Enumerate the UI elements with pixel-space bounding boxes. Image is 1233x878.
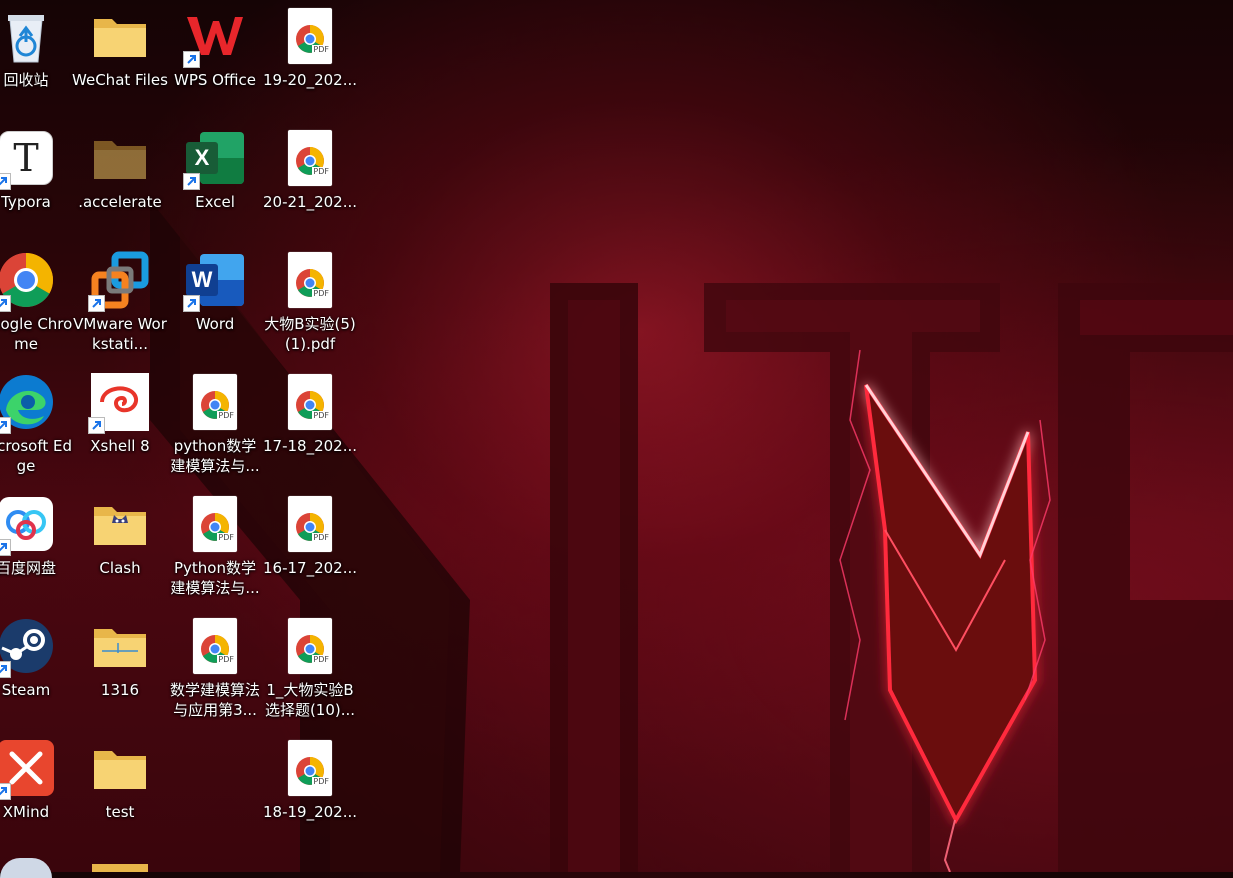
icon-label: 17-18_202... <box>262 437 358 455</box>
pdf-file-icon: PDF <box>278 370 342 434</box>
icon-label: test <box>105 803 135 821</box>
xshell-icon <box>88 370 152 434</box>
shortcut-arrow-icon <box>0 295 11 312</box>
icon-label: Excel <box>195 193 235 211</box>
icon-label: 大物B实验(5)(1).pdf <box>264 315 356 353</box>
pdf-file-icon: PDF <box>278 248 342 312</box>
google-chrome-shortcut[interactable]: Google Chrome <box>0 244 74 362</box>
pdf-file-icon: PDF <box>278 736 342 800</box>
excel-icon: X <box>183 126 247 190</box>
shortcut-arrow-icon <box>0 539 11 556</box>
recycle-bin[interactable]: 回收站 <box>0 0 74 118</box>
folder-icon <box>88 126 152 190</box>
shortcut-arrow-icon <box>0 661 11 678</box>
shortcut-arrow-icon <box>88 295 105 312</box>
pdf-file-python-modeling[interactable]: PDF python数学建模算法与... <box>167 366 263 484</box>
pdf-file-18-19[interactable]: PDF 18-19_202... <box>262 732 358 850</box>
shortcut-arrow-icon <box>88 417 105 434</box>
word-icon: W <box>183 248 247 312</box>
icon-label: Steam <box>1 681 51 699</box>
baidu-netdisk-shortcut[interactable]: 百度网盘 <box>0 488 74 606</box>
steam-shortcut[interactable]: Steam <box>0 610 74 728</box>
partial-app-icon[interactable] <box>0 858 52 878</box>
icon-label: Clash <box>99 559 141 577</box>
vmware-workstation-shortcut[interactable]: VMware Workstati... <box>72 244 168 362</box>
clash-folder[interactable]: Clash <box>72 488 168 606</box>
xshell-shortcut[interactable]: Xshell 8 <box>72 366 168 484</box>
icon-label: VMware Workstati... <box>73 315 167 353</box>
pdf-file-physics-experiment[interactable]: PDF 大物B实验(5)(1).pdf <box>262 244 358 362</box>
pdf-file-20-21[interactable]: PDF 20-21_202... <box>262 122 358 240</box>
partial-folder-icon[interactable] <box>92 864 148 872</box>
edge-icon <box>0 370 58 434</box>
icon-label: WeChat Files <box>72 71 168 89</box>
excel-shortcut[interactable]: X Excel <box>167 122 263 240</box>
xmind-icon <box>0 736 58 800</box>
wechat-files-folder[interactable]: WeChat Files <box>72 0 168 118</box>
icon-label: Python数学建模算法与... <box>170 559 260 597</box>
shortcut-arrow-icon <box>183 51 200 68</box>
icon-label: Xshell 8 <box>90 437 150 455</box>
icon-label: 19-20_202... <box>262 71 358 89</box>
wps-office-shortcut[interactable]: WPS Office <box>167 0 263 118</box>
pdf-file-icon: PDF <box>183 370 247 434</box>
pdf-file-python-modeling-2[interactable]: PDF Python数学建模算法与... <box>167 488 263 606</box>
shortcut-arrow-icon <box>0 173 11 190</box>
microsoft-edge-shortcut[interactable]: Microsoft Edge <box>0 366 74 484</box>
pdf-file-physics-quiz[interactable]: PDF 1_大物实验B选择题(10)... <box>262 610 358 728</box>
icon-label: 1_大物实验B选择题(10)... <box>264 681 356 719</box>
icon-label: 16-17_202... <box>262 559 358 577</box>
pdf-file-icon: PDF <box>278 492 342 556</box>
word-shortcut[interactable]: W Word <box>167 244 263 362</box>
vmware-icon <box>88 248 152 312</box>
test-folder[interactable]: test <box>72 732 168 850</box>
wps-icon <box>183 4 247 68</box>
pdf-file-icon: PDF <box>183 492 247 556</box>
shortcut-arrow-icon <box>0 417 11 434</box>
typora-icon: T <box>0 126 58 190</box>
folder-icon <box>88 614 152 678</box>
icon-label: Microsoft Edge <box>0 437 73 475</box>
folder-icon <box>88 4 152 68</box>
shortcut-arrow-icon <box>183 173 200 190</box>
pdf-file-math-modeling[interactable]: PDF 数学建模算法与应用第3... <box>167 610 263 728</box>
icon-label: 1316 <box>100 681 140 699</box>
baidu-netdisk-icon <box>0 492 58 556</box>
clash-folder-icon <box>88 492 152 556</box>
icon-label: Word <box>195 315 235 333</box>
icon-label: 20-21_202... <box>262 193 358 211</box>
icon-label: 百度网盘 <box>0 559 56 577</box>
pdf-file-16-17[interactable]: PDF 16-17_202... <box>262 488 358 606</box>
icon-label: Typora <box>1 193 51 211</box>
pdf-file-icon: PDF <box>183 614 247 678</box>
shortcut-arrow-icon <box>183 295 200 312</box>
folder-1316[interactable]: 1316 <box>72 610 168 728</box>
icon-label: Google Chrome <box>0 315 73 353</box>
steam-icon <box>0 614 58 678</box>
recycle-bin-icon <box>0 4 58 68</box>
pdf-file-17-18[interactable]: PDF 17-18_202... <box>262 366 358 484</box>
folder-icon <box>88 736 152 800</box>
icon-label: XMind <box>2 803 50 821</box>
icon-label: WPS Office <box>174 71 256 89</box>
icon-label: python数学建模算法与... <box>170 437 260 475</box>
icon-label: 18-19_202... <box>262 803 358 821</box>
xmind-shortcut[interactable]: XMind <box>0 732 74 850</box>
pdf-file-icon: PDF <box>278 614 342 678</box>
accelerate-folder[interactable]: .accelerate <box>72 122 168 240</box>
icon-label: 回收站 <box>3 71 49 89</box>
typora-shortcut[interactable]: T Typora <box>0 122 74 240</box>
desktop: 回收站 T Typora Google Chrome Microsoft Edg… <box>0 0 1233 878</box>
pdf-file-19-20[interactable]: PDF 19-20_202... <box>262 0 358 118</box>
shortcut-arrow-icon <box>0 783 11 800</box>
icon-label: .accelerate <box>78 193 162 211</box>
icon-label: 数学建模算法与应用第3... <box>169 681 260 719</box>
pdf-file-icon: PDF <box>278 126 342 190</box>
pdf-file-icon: PDF <box>278 4 342 68</box>
chrome-icon <box>0 248 58 312</box>
